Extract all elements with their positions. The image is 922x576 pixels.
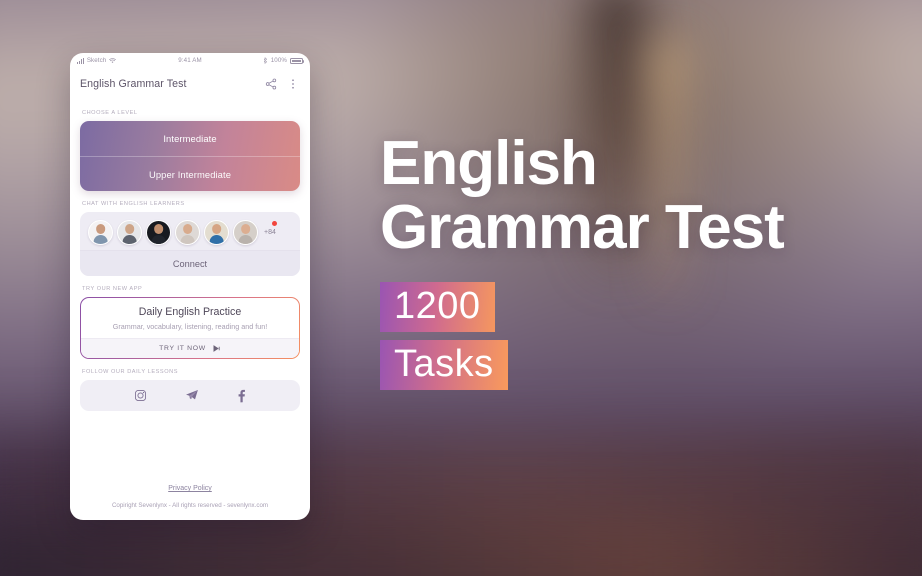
status-bar: Sketch 9:41 AM 100% (70, 53, 310, 68)
badge-task-count: 1200 (380, 282, 495, 332)
levels-section-label: CHOOSE A LEVEL (82, 110, 138, 116)
chat-section-label: CHAT WITH ENGLISH LEARNERS (82, 201, 185, 207)
level-option-upper-intermediate[interactable]: Upper Intermediate (80, 156, 300, 191)
page-title: English Grammar Test (80, 78, 187, 90)
carrier-label: Sketch (86, 57, 107, 64)
hero-line-2: Grammar Test (380, 193, 785, 262)
badge-tasks-label: Tasks (380, 340, 508, 390)
telegram-icon[interactable] (185, 389, 199, 402)
social-section-label: FOLLOW OUR DAILY LESSONS (82, 369, 178, 375)
connect-button-label: Connect (172, 258, 208, 269)
more-vertical-icon[interactable] (286, 77, 300, 91)
instagram-icon[interactable] (134, 389, 147, 402)
hero-section: English Grammar Test 1200 Tasks (380, 132, 880, 390)
avatar[interactable] (88, 219, 113, 245)
hero-badge-row: Tasks (380, 340, 880, 390)
connect-button[interactable]: Connect (80, 250, 300, 276)
signal-icon (77, 57, 84, 64)
battery-percent-label: 100% (270, 57, 287, 64)
avatar[interactable] (117, 219, 142, 245)
chat-card: +84 Connect (80, 212, 300, 276)
app-bar: English Grammar Test (70, 68, 310, 100)
facebook-icon[interactable] (237, 389, 246, 403)
status-bar-right: 100% (229, 57, 304, 64)
try-it-now-button[interactable]: TRY IT NOW (81, 338, 299, 358)
promo-card[interactable]: Daily English Practice Grammar, vocabula… (80, 297, 300, 359)
promo-title: Daily English Practice (138, 306, 242, 318)
avatar[interactable] (175, 219, 200, 245)
level-option-intermediate[interactable]: Intermediate (80, 121, 300, 156)
wifi-icon (109, 57, 117, 63)
avatar-more-count-label: +84 (264, 228, 276, 236)
promo-section-label: TRY OUR NEW APP (82, 286, 143, 292)
hero-line-1: English (380, 129, 598, 198)
level-option-label: Upper Intermediate (148, 168, 232, 180)
share-icon[interactable] (264, 77, 278, 91)
bluetooth-icon (263, 57, 267, 64)
level-option-label: Intermediate (163, 133, 217, 144)
hero-badge-row: 1200 (380, 282, 880, 332)
avatar[interactable] (204, 219, 229, 245)
battery-icon (290, 57, 304, 64)
background-streak-lower (0, 520, 922, 576)
avatar-more-count[interactable]: +84 (264, 220, 277, 236)
avatar-list: +84 (88, 218, 292, 246)
notification-dot-icon (271, 220, 277, 226)
status-bar-left: Sketch (77, 57, 151, 64)
avatar[interactable] (233, 219, 258, 245)
copyright-text: Copiright Sevenlynx - All rights reserve… (111, 502, 269, 509)
avatar[interactable] (146, 219, 171, 245)
play-icon (213, 345, 220, 352)
hero-badges: 1200 Tasks (380, 282, 880, 390)
social-links (80, 380, 300, 411)
status-time: 9:41 AM (178, 57, 202, 64)
screenshot-root: Sketch 9:41 AM 100% English Grammar Test (0, 0, 922, 576)
phone-footer: Privacy Policy Copiright Sevenlynx - All… (80, 464, 300, 520)
phone-mockup: Sketch 9:41 AM 100% English Grammar Test (70, 53, 310, 520)
promo-subtitle: Grammar, vocabulary, listening, reading … (112, 322, 268, 331)
level-selector: Intermediate Upper Intermediate (80, 121, 300, 191)
privacy-policy-link[interactable]: Privacy Policy (168, 485, 212, 492)
phone-content: CHOOSE A LEVEL Intermediate Upper Interm… (70, 100, 310, 520)
try-it-now-label: TRY IT NOW (159, 345, 206, 352)
